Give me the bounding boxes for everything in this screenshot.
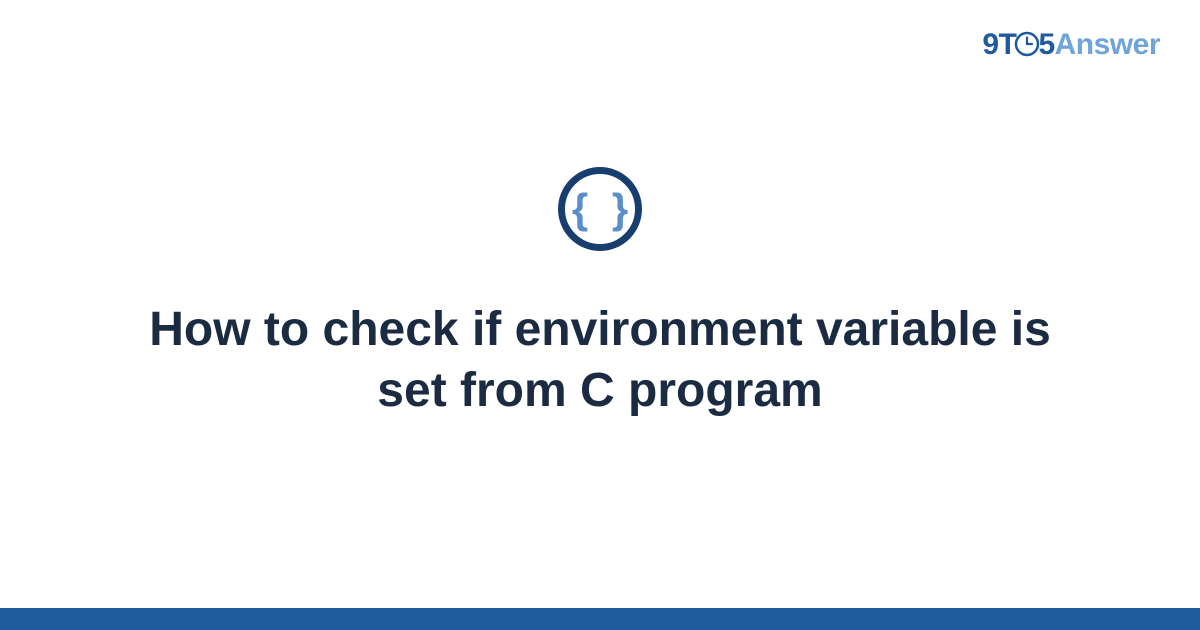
code-braces-icon: { } [572, 188, 634, 230]
category-badge: { } [558, 167, 642, 251]
page-title: How to check if environment variable is … [140, 299, 1060, 422]
main-content: { } How to check if environment variable… [0, 0, 1200, 608]
footer-accent-bar [0, 608, 1200, 630]
